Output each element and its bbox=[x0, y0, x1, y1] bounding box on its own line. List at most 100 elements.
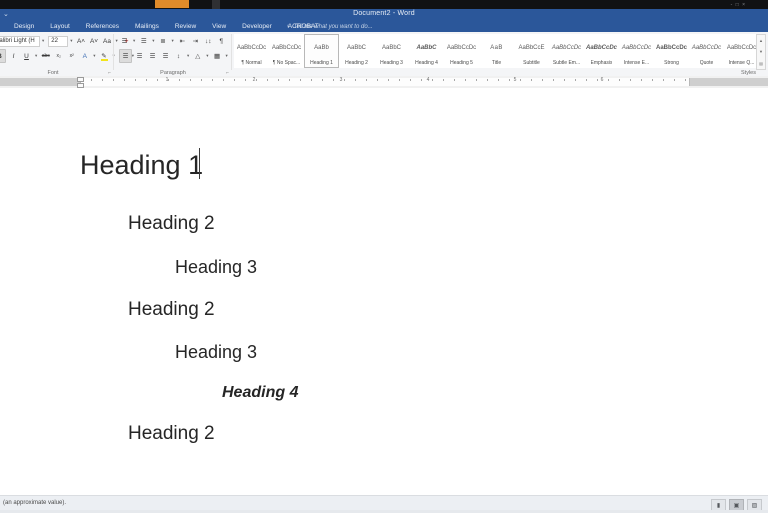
multilevel-list-button[interactable]: ≣ bbox=[158, 35, 169, 47]
superscript-button[interactable]: x² bbox=[66, 50, 77, 62]
ruler-tick bbox=[553, 79, 554, 81]
italic-button[interactable]: I bbox=[8, 50, 19, 62]
shading-button[interactable]: △ bbox=[192, 50, 203, 62]
styles-gallery-scroll[interactable]: ▲ ▼ ▤ bbox=[756, 34, 766, 70]
ribbon-tab-mailings[interactable]: Mailings bbox=[127, 21, 167, 32]
style-tile-quote[interactable]: AaBbCcDc Quote bbox=[689, 34, 724, 68]
style-preview: AaBbCcDc bbox=[691, 44, 722, 51]
style-tile-title[interactable]: AaB Title bbox=[479, 34, 514, 68]
style-tile-emphasis[interactable]: AaBbCcDc Emphasis bbox=[584, 34, 619, 68]
style-tile-subtle-emphasis[interactable]: AaBbCcDc Subtle Em... bbox=[549, 34, 584, 68]
ribbon-tab-design[interactable]: Design bbox=[6, 21, 42, 32]
style-preview: AaBbC bbox=[381, 44, 401, 51]
style-tile-strong[interactable]: AaBbCcDc Strong bbox=[654, 34, 689, 68]
style-tile-intense-emphasis[interactable]: AaBbCcDc Intense E... bbox=[619, 34, 654, 68]
align-right-button[interactable]: ☰ bbox=[147, 50, 158, 62]
style-tile-intense-quote[interactable]: AaBbCcDc Intense Q... bbox=[724, 34, 759, 68]
strikethrough-button[interactable]: abc bbox=[40, 50, 51, 62]
font-size-input[interactable]: 22 bbox=[48, 35, 69, 47]
borders-dropdown-icon[interactable]: ▾ bbox=[224, 53, 230, 59]
underline-button[interactable]: U bbox=[21, 50, 32, 62]
styles-more-icon[interactable]: ▤ bbox=[757, 58, 765, 69]
style-tile-heading-5[interactable]: AaBbCcDc Heading 5 bbox=[444, 34, 479, 68]
ruler-tick bbox=[91, 79, 92, 81]
numbering-dropdown-icon[interactable]: ▾ bbox=[150, 38, 156, 44]
bullets-button[interactable]: ☰ bbox=[119, 35, 130, 47]
style-tile-heading-2[interactable]: AaBbC Heading 2 bbox=[339, 34, 374, 68]
ribbon-tabs: Design Layout References Mailings Review View… bbox=[6, 21, 327, 32]
underline-dropdown-icon[interactable]: ▾ bbox=[33, 53, 39, 59]
ruler-tick bbox=[102, 79, 103, 81]
justify-button[interactable]: ☰ bbox=[160, 50, 171, 62]
increase-indent-button[interactable]: ⇥ bbox=[190, 35, 201, 47]
text-highlight-button[interactable]: ✎ bbox=[99, 50, 110, 62]
bold-button[interactable]: B bbox=[0, 49, 6, 63]
text-effects-button[interactable]: A bbox=[79, 50, 90, 62]
font-name-input[interactable]: Calibri Light (H bbox=[0, 35, 40, 47]
change-case-button[interactable]: Aa bbox=[102, 35, 113, 47]
style-name-label: Title bbox=[491, 60, 502, 66]
decrease-indent-button[interactable]: ⇤ bbox=[177, 35, 188, 47]
ribbon-tab-layout[interactable]: Layout bbox=[42, 21, 78, 32]
ruler-tick bbox=[333, 79, 334, 81]
ruler-right-margin bbox=[688, 78, 768, 86]
style-preview: AaBbCcE bbox=[518, 44, 545, 51]
line-spacing-button[interactable]: ↕ bbox=[173, 50, 184, 62]
show-formatting-marks-button[interactable]: ¶ bbox=[216, 35, 227, 47]
window-title: Document2 - Word bbox=[353, 10, 415, 17]
ruler-tick bbox=[652, 79, 653, 81]
line-spacing-dropdown-icon[interactable]: ▾ bbox=[185, 53, 191, 59]
text-effects-dropdown-icon[interactable]: ▾ bbox=[91, 53, 97, 59]
ruler-tick bbox=[630, 79, 631, 81]
document-line[interactable]: Heading 4 bbox=[222, 384, 298, 402]
numbering-button[interactable]: ☰ bbox=[138, 35, 149, 47]
style-tile-heading-4[interactable]: AaBbC Heading 4 bbox=[409, 34, 444, 68]
ruler-tick bbox=[300, 79, 301, 81]
grow-font-button[interactable]: A˄ bbox=[76, 35, 87, 47]
styles-scroll-down-icon[interactable]: ▼ bbox=[757, 46, 765, 57]
styles-scroll-up-icon[interactable]: ▲ bbox=[757, 35, 765, 46]
bullets-dropdown-icon[interactable]: ▾ bbox=[131, 38, 137, 44]
document-line[interactable]: Heading 1 bbox=[80, 150, 203, 181]
style-tile-heading-3[interactable]: AaBbC Heading 3 bbox=[374, 34, 409, 68]
indent-markers[interactable] bbox=[77, 77, 84, 88]
tell-me-box[interactable]: ♀ Tell me what you want to do... bbox=[286, 21, 373, 32]
multilevel-list-dropdown-icon[interactable]: ▾ bbox=[170, 38, 176, 44]
sort-button[interactable]: ↓↕ bbox=[203, 35, 214, 47]
document-canvas[interactable]: Heading 1 Heading 2 Heading 3 Heading 2 Head… bbox=[0, 88, 768, 495]
style-tile-heading-1[interactable]: AaBb Heading 1 bbox=[304, 34, 339, 68]
font-size-dropdown-icon[interactable]: ▾ bbox=[68, 38, 74, 44]
document-line[interactable]: Heading 3 bbox=[175, 342, 257, 363]
align-center-button[interactable]: ☰ bbox=[134, 50, 145, 62]
align-left-button[interactable]: ☰ bbox=[119, 49, 132, 63]
ribbon-tab-developer[interactable]: Developer bbox=[234, 21, 280, 32]
document-line[interactable]: Heading 3 bbox=[175, 257, 257, 278]
ruler-tick bbox=[168, 79, 169, 81]
styles-group: AaBbCcDc ¶ Normal AaBbCcDc ¶ No Spac... AaBb… bbox=[232, 32, 768, 76]
font-name-dropdown-icon[interactable]: ▾ bbox=[40, 38, 46, 44]
document-page[interactable]: Heading 1 Heading 2 Heading 3 Heading 2 Head… bbox=[0, 88, 768, 495]
style-name-label: Heading 2 bbox=[345, 60, 368, 66]
document-line[interactable]: Heading 2 bbox=[128, 213, 215, 235]
ruler-tick bbox=[157, 79, 158, 81]
ribbon-tab-view[interactable]: View bbox=[204, 21, 234, 32]
style-tile-normal[interactable]: AaBbCcDc ¶ Normal bbox=[234, 34, 269, 68]
font-group: Calibri Light (H ▾ 22 ▾ A˄ A˅ Aa ▾ ✦ B I… bbox=[0, 32, 134, 76]
borders-button[interactable]: ▦ bbox=[212, 50, 223, 62]
style-name-label: Strong bbox=[664, 60, 679, 66]
ruler-tick bbox=[124, 79, 125, 81]
ruler-tick bbox=[223, 79, 224, 81]
document-line[interactable]: Heading 2 bbox=[128, 299, 215, 321]
style-tile-subtitle[interactable]: AaBbCcE Subtitle bbox=[514, 34, 549, 68]
document-line[interactable]: Heading 2 bbox=[128, 423, 215, 445]
ruler-tick bbox=[586, 79, 587, 81]
ruler-tick bbox=[476, 79, 477, 81]
subscript-button[interactable]: x₂ bbox=[53, 50, 64, 62]
ribbon-tab-review[interactable]: Review bbox=[167, 21, 204, 32]
style-name-label: Quote bbox=[699, 60, 714, 66]
style-tile-no-spacing[interactable]: AaBbCcDc ¶ No Spac... bbox=[269, 34, 304, 68]
ribbon-tab-references[interactable]: References bbox=[78, 21, 127, 32]
style-preview: AaBbCcDc bbox=[236, 44, 267, 51]
shading-dropdown-icon[interactable]: ▾ bbox=[204, 53, 210, 59]
shrink-font-button[interactable]: A˅ bbox=[89, 35, 100, 47]
